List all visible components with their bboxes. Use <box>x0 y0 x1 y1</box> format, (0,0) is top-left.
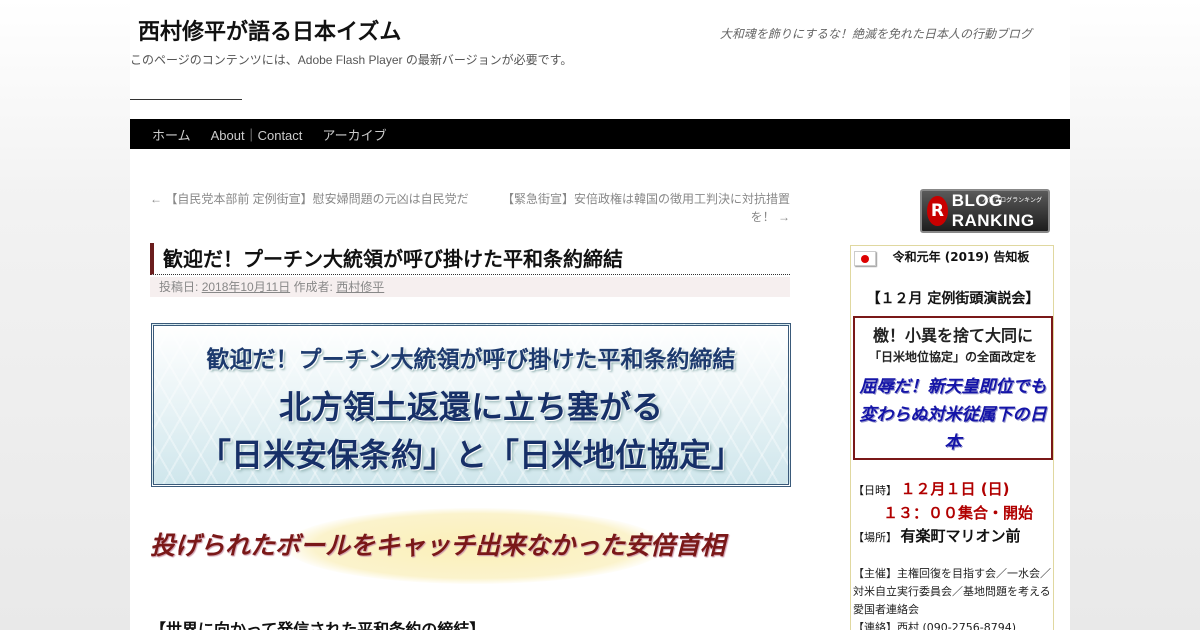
posted-label: 投稿日: <box>159 280 199 294</box>
blog-ranking-badge[interactable]: R BLOG RANKING 人気ブログランキング <box>920 189 1050 233</box>
post-title: 歓迎だ！プーチン大統領が呼び掛けた平和条約締結 <box>150 243 790 275</box>
nav-item-about-contact[interactable]: About｜Contact <box>201 125 313 144</box>
banner-line-2: 北方領土返還に立ち塞がる <box>278 388 663 426</box>
site-description: 大和魂を飾りにするな！絶滅を免れた日本人の行動ブログ <box>719 27 1032 41</box>
ranking-small-text: 人気ブログランキング <box>982 197 1042 204</box>
notice-title: 令和元年 (2019) 告知板 <box>892 250 1030 264</box>
notice-organizer: 【主催】主権回復を目指す会／一水会／対米自立実行委員会／基地問題を考える愛国者連… <box>853 567 1051 616</box>
nav-item-home[interactable]: ホーム <box>142 125 201 144</box>
site-title[interactable]: 西村修平が語る日本イズム <box>138 14 401 46</box>
notice-place: 【場所】 有楽町マリオン前 <box>853 525 1021 546</box>
notice-place-value: 有楽町マリオン前 <box>900 527 1021 545</box>
main-nav: ホーム About｜Contact アーカイブ <box>130 119 1070 149</box>
nav-item-archive[interactable]: アーカイブ <box>312 125 396 144</box>
banner-line-1: 歓迎だ！プーチン大統領が呼び掛けた平和条約締結 <box>206 347 736 373</box>
post-meta: 投稿日: 2018年10月11日 作成者: 西村修平 <box>150 277 790 297</box>
post-navigation: ← 【自民党本部前 定例街宣】慰安婦問題の元凶は自民党だ 【緊急街宣】安倍政権は… <box>150 190 790 226</box>
notice-heading: 【１２月 定例街頭演説会】 <box>866 291 1040 307</box>
notice-box-line-2: 「日米地位協定」の全面改定を <box>868 350 1037 364</box>
notice-date-value: １２月１日 (日) <box>900 480 1010 498</box>
notice-place-label: 【場所】 <box>853 531 897 544</box>
catch-image: 投げられたボールをキャッチ出来なかった安倍首相 <box>150 508 790 584</box>
author-label: 作成者: <box>293 280 333 294</box>
flash-notice: このページのコンテンツには、Adobe Flash Player の最新バージョ… <box>130 53 573 67</box>
header-divider <box>130 99 242 100</box>
post-date-link[interactable]: 2018年10月11日 <box>202 280 291 294</box>
banner-line-3: 「日米安保条約」と「日米地位協定」 <box>198 436 743 474</box>
post-author-link[interactable]: 西村修平 <box>336 280 384 294</box>
notice-date: 【日時】 １２月１日 (日) <box>853 478 1009 499</box>
notice-board: 令和元年 (2019) 告知板 【１２月 定例街頭演説会】 檄！小異を捨て大同に… <box>850 245 1054 630</box>
catch-text: 投げられたボールをキャッチ出来なかった安倍首相 <box>150 531 726 560</box>
notice-time: １３：００集合・開始 <box>883 504 1034 522</box>
notice-contact: 【連絡】西村 (090-2756-8794) <box>853 621 1017 630</box>
notice-highlight-box: 檄！小異を捨て大同に 「日米地位協定」の全面改定を 屈辱だ！新天皇即位でも変わら… <box>853 316 1053 460</box>
notice-box-line-1: 檄！小異を捨て大同に <box>872 326 1033 345</box>
post-banner-image: 歓迎だ！プーチン大統領が呼び掛けた平和条約締結 北方領土返還に立ち塞がる 「日米… <box>151 323 791 487</box>
ranking-logo-icon: R <box>927 196 948 226</box>
notice-date-label: 【日時】 <box>853 484 897 497</box>
page-container: 西村修平が語る日本イズム 大和魂を飾りにするな！絶滅を免れた日本人の行動ブログ … <box>130 0 1070 630</box>
notice-box-line-3: 屈辱だ！新天皇即位でも変わらぬ対米従属下の日本 <box>859 377 1047 453</box>
section-heading: 【世界に向かって発信された平和条約の締結】 <box>150 620 486 630</box>
